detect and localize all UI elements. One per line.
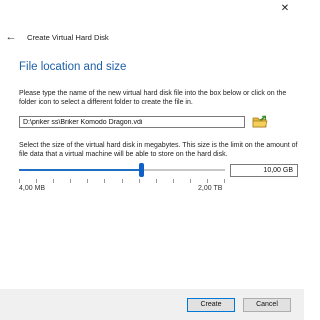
wizard-title: Create Virtual Hard Disk (27, 33, 109, 42)
slider-fill (19, 169, 141, 171)
slider-ticks (19, 179, 225, 184)
close-icon: ✕ (280, 3, 290, 14)
slider-tick (139, 179, 140, 183)
slider-thumb[interactable] (138, 163, 144, 177)
slider-tick (207, 179, 208, 183)
slider-tick (36, 179, 37, 183)
slider-tick (70, 179, 71, 183)
choose-folder-button[interactable] (252, 115, 268, 129)
folder-icon (252, 115, 268, 128)
slider-tick (104, 179, 105, 183)
cancel-button[interactable]: Cancel (243, 298, 291, 312)
create-button[interactable]: Create (187, 298, 235, 312)
slider-tick (53, 179, 54, 183)
slider-tick (224, 179, 225, 183)
size-description: Select the size of the virtual hard disk… (19, 142, 298, 158)
slider-tick (173, 179, 174, 183)
back-arrow-icon: ← (5, 31, 17, 43)
section-title: File location and size (19, 61, 127, 73)
slider-max-label: 2,00 TB (198, 185, 223, 192)
slider-tick (87, 179, 88, 183)
file-path-input[interactable] (19, 116, 245, 128)
slider-tick (19, 179, 20, 183)
create-virtual-hard-disk-dialog: { "window": { "close_glyph": "✕", "back_… (0, 0, 304, 320)
slider-tick (122, 179, 123, 183)
location-instructions: Please type the name of the new virtual … (19, 90, 287, 106)
back-button[interactable]: ← (4, 30, 18, 44)
size-slider[interactable] (19, 161, 225, 185)
slider-tick (156, 179, 157, 183)
slider-tick (190, 179, 191, 183)
disk-size-input[interactable] (230, 164, 298, 177)
slider-min-label: 4,00 MB (19, 185, 46, 192)
close-button[interactable]: ✕ (278, 2, 292, 16)
